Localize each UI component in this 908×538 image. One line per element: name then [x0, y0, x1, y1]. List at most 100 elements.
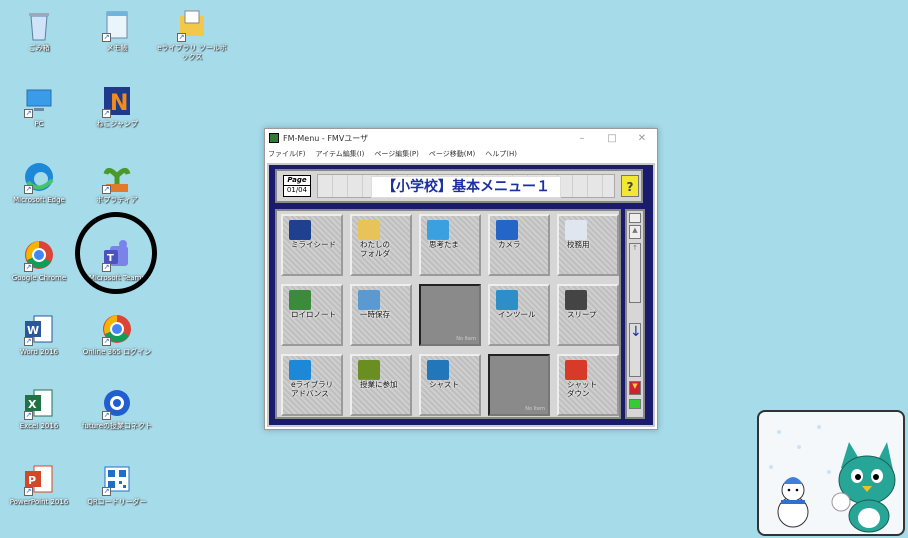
notepad-icon: ↗ — [100, 8, 134, 42]
title-bar[interactable]: FM-Menu - FMVユーザ – □ ✕ — [265, 129, 657, 147]
scroll-down-button[interactable]: ▼ — [629, 381, 641, 395]
maximize-button[interactable]: □ — [597, 133, 627, 144]
desktop-icon-future-connect[interactable]: ↗ futureの授業コネクト — [80, 386, 154, 431]
menu-tile[interactable]: シャスト — [419, 354, 481, 416]
menu-tile[interactable]: スリープ — [557, 284, 619, 346]
menu-client: Page 01/04 【小学校】基本メニュー１ ? ミライシード わたしの フォル… — [267, 163, 655, 427]
page-number: 01/04 — [286, 186, 308, 194]
menu-file[interactable]: ファイル(F) — [268, 149, 306, 159]
desktop-icon-word[interactable]: W ↗ Word 2016 — [2, 312, 76, 357]
desktop-icon-label: Microsoft Edge — [13, 196, 65, 204]
desktop-icon-powerpoint[interactable]: P ↗ PowerPoint 2016 — [2, 462, 76, 507]
desktop-icon-pc[interactable]: ↗ PC — [2, 84, 76, 129]
menu-page-move[interactable]: ページ移動(M) — [429, 149, 475, 159]
desktop-icon-label: PC — [34, 120, 44, 128]
tile-label: 校務用 — [567, 240, 590, 249]
fm-menu-window[interactable]: FM-Menu - FMVユーザ – □ ✕ ファイル(F) アイテム編集(I)… — [264, 128, 658, 430]
tile-label: ミライシード — [291, 240, 336, 249]
desktop-icon-label: Google Chrome — [11, 274, 67, 282]
menu-page-edit[interactable]: ページ編集(P) — [374, 149, 419, 159]
last-page-button[interactable] — [629, 399, 641, 409]
mascot-card — [757, 410, 905, 536]
im-icon — [565, 220, 587, 240]
desktop-icon-label: Word 2016 — [19, 348, 59, 356]
svg-text:W: W — [27, 324, 39, 337]
desktop-icon-chrome[interactable]: ↗ Google Chrome — [2, 238, 76, 283]
desktop-icon-qr-reader[interactable]: ↗ QRコードリーダー — [80, 462, 154, 507]
menu-grid: ミライシード わたしの フォルダ 思考たま カメラ 校務用ロイロノート 一時保存 No It… — [275, 209, 621, 419]
chrome-icon: ↗ — [22, 238, 56, 272]
desktop-icon-label: メモ帳 — [106, 44, 128, 52]
elibrary-icon — [289, 360, 311, 380]
scroll-track-up[interactable]: ↑ — [629, 243, 641, 303]
word-icon: W ↗ — [22, 312, 56, 346]
page-scrollbar[interactable]: ▲ ↑ ↓ ▼ — [625, 209, 645, 419]
desktop-icon-elibrary-toolbox[interactable]: ↗ eライブラリ ツールボックス — [155, 8, 229, 62]
desktop-icon-nekojump[interactable]: N ↗ ねこジャンプ — [80, 84, 154, 129]
menu-tile[interactable]: 一時保存 — [350, 284, 412, 346]
desktop-icon-label: QRコードリーダー — [87, 498, 147, 506]
scroll-track-down[interactable]: ↓ — [629, 323, 642, 377]
temp-save-icon — [358, 290, 380, 310]
desktop-icon-notepad[interactable]: ↗ メモ帳 — [80, 8, 154, 53]
menu-tile[interactable]: 校務用 — [557, 214, 619, 276]
qr-reader-icon: ↗ — [100, 462, 134, 496]
help-button[interactable]: ? — [621, 175, 639, 197]
first-page-button[interactable] — [629, 213, 641, 223]
menu-tile[interactable]: 思考たま — [419, 214, 481, 276]
menu-title-banner: 【小学校】基本メニュー１ — [317, 174, 615, 198]
minimize-button[interactable]: – — [567, 133, 597, 144]
desktop-icon-edge[interactable]: ↗ Microsoft Edge — [2, 160, 76, 205]
menu-tile[interactable]: 授業に参加 — [350, 354, 412, 416]
tile-label: シャット ダウン — [567, 380, 597, 398]
desktop-icon-online365[interactable]: ↗ Online 365 ログイン — [80, 312, 154, 357]
desktop-icon-label: eライブラリ ツールボックス — [157, 44, 227, 61]
poplardia-icon: ↗ — [100, 160, 134, 194]
desktop-icon-label: ねこジャンプ — [96, 120, 138, 128]
folder-icon — [358, 220, 380, 240]
shikotama-icon — [427, 220, 449, 240]
menu-tile[interactable]: わたしの フォルダ — [350, 214, 412, 276]
menu-tile[interactable]: シャット ダウン — [557, 354, 619, 416]
online365-icon: ↗ — [100, 312, 134, 346]
menu-tile[interactable]: ミライシード — [281, 214, 343, 276]
menu-header: Page 01/04 【小学校】基本メニュー１ ? — [275, 169, 643, 203]
menu-title: 【小学校】基本メニュー１ — [371, 176, 561, 198]
menu-tile[interactable]: カメラ — [488, 214, 550, 276]
menu-bar: ファイル(F) アイテム編集(I) ページ編集(P) ページ移動(M) ヘルプ(… — [265, 147, 657, 161]
no-item-label: No Item — [525, 406, 545, 412]
desktop-icon-label: ポプラディア — [96, 196, 138, 204]
menu-item-edit[interactable]: アイテム編集(I) — [316, 149, 365, 159]
svg-text:X: X — [28, 398, 37, 411]
desktop-icon-recycle-bin[interactable]: ごみ箱 — [2, 8, 76, 53]
desktop-icon-label: Excel 2016 — [19, 422, 59, 430]
svg-text:N: N — [110, 91, 128, 116]
no-item-label: No Item — [456, 336, 476, 342]
tile-label: インツール — [498, 310, 536, 319]
page-indicator: Page 01/04 — [283, 175, 311, 197]
menu-help[interactable]: ヘルプ(H) — [485, 149, 517, 159]
tile-label: 一時保存 — [360, 310, 390, 319]
scroll-up-button[interactable]: ▲ — [629, 225, 641, 239]
desktop-icon-poplardia[interactable]: ↗ ポプラディア — [80, 160, 154, 205]
desktop-icon-label: futureの授業コネクト — [81, 422, 153, 430]
menu-tile[interactable]: インツール — [488, 284, 550, 346]
menu-tile[interactable]: eライブラリ アドバンス — [281, 354, 343, 416]
menu-tile[interactable]: ロイロノート — [281, 284, 343, 346]
powerpoint-icon: P ↗ — [22, 462, 56, 496]
shutdown-icon — [565, 360, 587, 380]
empty-tile: No Item — [488, 354, 550, 416]
mascot-illustration — [769, 425, 896, 533]
elibrary-toolbox-icon: ↗ — [175, 8, 209, 42]
tile-label: シャスト — [429, 380, 459, 389]
camera-icon — [496, 220, 518, 240]
join-class-icon — [358, 360, 380, 380]
edge-icon: ↗ — [22, 160, 56, 194]
miraiseed-icon — [289, 220, 311, 240]
intool-icon — [496, 290, 518, 310]
desktop-icon-excel[interactable]: X ↗ Excel 2016 — [2, 386, 76, 431]
desktop-icon-label: PowerPoint 2016 — [9, 498, 69, 506]
tile-label: カメラ — [498, 240, 521, 249]
svg-text:P: P — [28, 474, 36, 487]
close-button[interactable]: ✕ — [627, 133, 657, 144]
